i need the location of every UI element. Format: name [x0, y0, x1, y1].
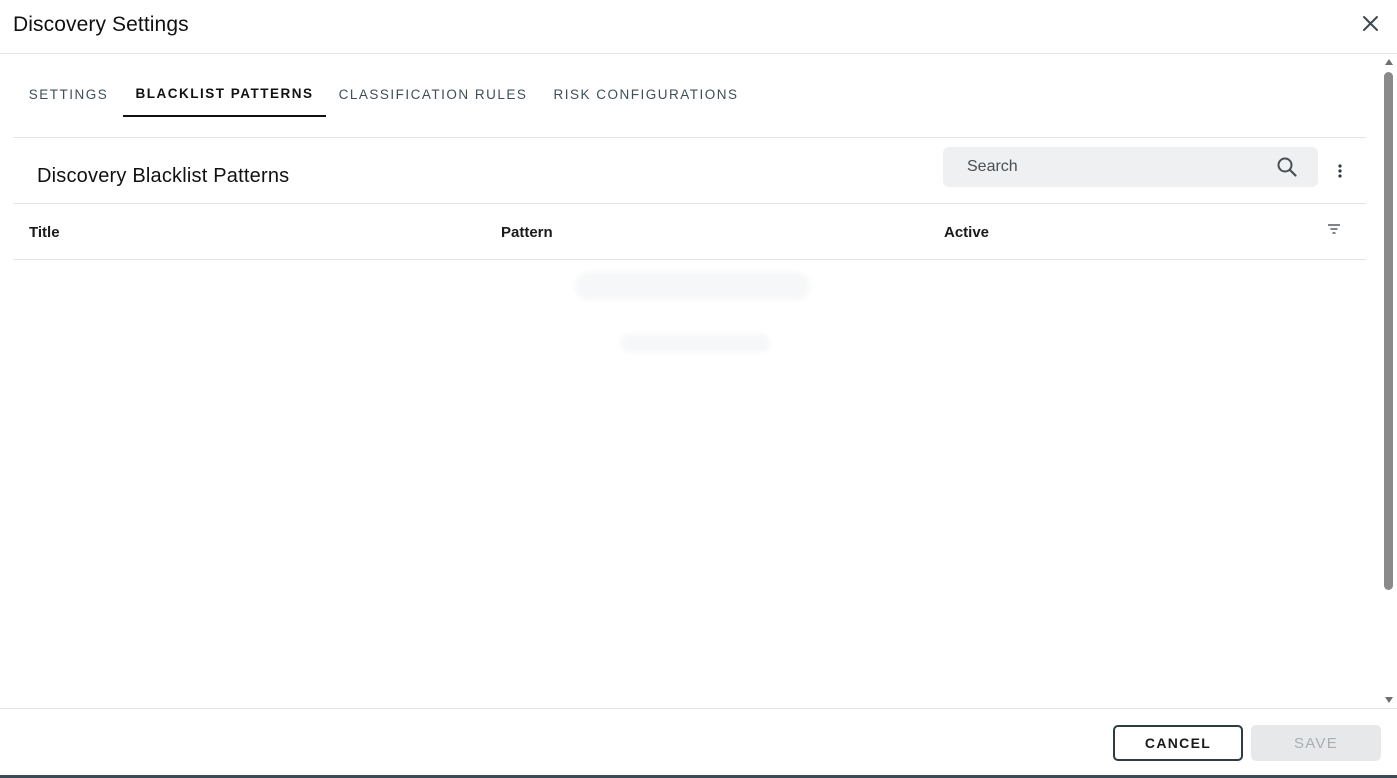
scroll-down-arrow-icon[interactable]: [1385, 697, 1393, 703]
search-icon[interactable]: [1276, 156, 1298, 178]
dialog-title: Discovery Settings: [13, 13, 189, 36]
table-header: Title Pattern Active: [13, 203, 1366, 260]
empty-state-placeholder: [575, 272, 810, 362]
tab-risk-configurations[interactable]: RISK CONFIGURATIONS: [540, 72, 752, 117]
more-vertical-icon[interactable]: [1330, 160, 1350, 182]
section-title: Discovery Blacklist Patterns: [37, 165, 290, 187]
column-header-active[interactable]: Active: [944, 224, 989, 241]
vertical-scrollbar[interactable]: [1382, 55, 1397, 708]
column-header-title[interactable]: Title: [29, 224, 60, 241]
scroll-up-arrow-icon[interactable]: [1385, 59, 1393, 65]
column-header-pattern[interactable]: Pattern: [501, 224, 553, 241]
scrollbar-thumb[interactable]: [1384, 72, 1393, 590]
search-input[interactable]: [943, 147, 1263, 187]
filter-icon[interactable]: [1325, 222, 1343, 236]
tab-classification-rules[interactable]: CLASSIFICATION RULES: [326, 72, 540, 117]
tab-settings[interactable]: SETTINGS: [13, 72, 124, 117]
tab-bar: SETTINGS BLACKLIST PATTERNS CLASSIFICATI…: [13, 72, 1366, 138]
empty-state-blob: [620, 334, 770, 352]
dialog-header: Discovery Settings: [0, 0, 1397, 54]
close-icon[interactable]: [1358, 11, 1384, 37]
save-button[interactable]: SAVE: [1251, 725, 1381, 761]
search-box: [943, 147, 1318, 187]
empty-state-blob: [575, 272, 810, 300]
tab-blacklist-patterns[interactable]: BLACKLIST PATTERNS: [123, 72, 326, 117]
discovery-settings-dialog: Discovery Settings SETTINGS BLACKLIST PA…: [0, 0, 1397, 778]
cancel-button[interactable]: CANCEL: [1113, 725, 1243, 761]
dialog-footer: CANCEL SAVE: [0, 708, 1397, 775]
